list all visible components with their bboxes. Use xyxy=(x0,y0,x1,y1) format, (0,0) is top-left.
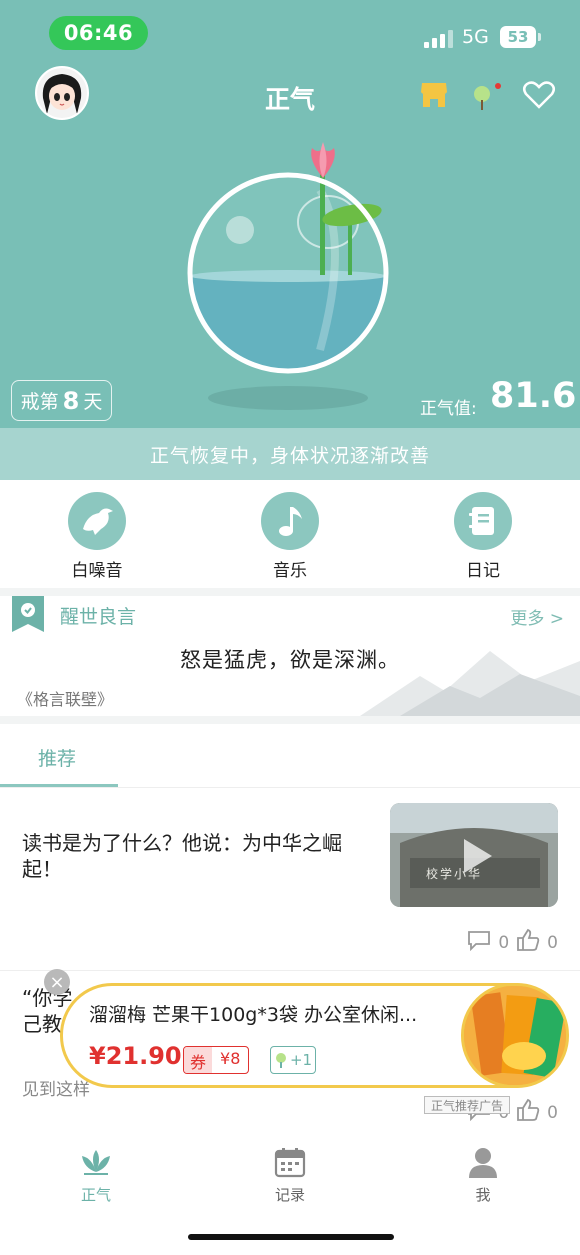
like-count: 0 xyxy=(547,1102,558,1123)
comment-count: 0 xyxy=(498,932,510,953)
battery-icon: 53 xyxy=(500,26,536,48)
tool-label: 音乐 xyxy=(273,561,307,581)
home-indicator[interactable] xyxy=(188,1234,394,1240)
tab-indicator xyxy=(0,784,118,787)
tool-music[interactable]: 音乐 xyxy=(235,492,345,581)
coupon-value: ¥8 xyxy=(220,1049,241,1068)
ad-price: ¥21.90 xyxy=(89,1042,182,1070)
ad-product-image[interactable] xyxy=(461,983,569,1088)
bookmark-icon xyxy=(12,596,44,632)
coupon-label: 券 xyxy=(184,1047,213,1073)
days-prefix: 戒第 xyxy=(20,391,59,413)
music-note-icon xyxy=(261,492,319,550)
signal-icon xyxy=(424,28,454,48)
network-type: 5G xyxy=(462,26,489,48)
nav-item-zhengqi[interactable]: 正气 xyxy=(36,1146,156,1205)
quote-card[interactable]: 醒世良言 更多 > 怒是猛虎，欲是深渊。 《格言联壁》 xyxy=(0,596,580,716)
quote-title: 醒世良言 xyxy=(60,606,137,628)
days-value: 8 xyxy=(62,386,80,415)
shop-icon[interactable] xyxy=(419,80,449,110)
plus-value: +1 xyxy=(289,1051,313,1069)
feed-tabs: 推荐 xyxy=(0,724,580,788)
person-icon xyxy=(469,1148,497,1178)
days-suffix: 天 xyxy=(83,391,103,413)
tool-label: 日记 xyxy=(466,561,500,581)
nav-label: 记录 xyxy=(274,1186,305,1204)
ad-title: 溜溜梅 芒果干100g*3袋 办公室休闲... xyxy=(89,1004,418,1026)
ad-coupon: 券 ¥8 xyxy=(183,1046,250,1074)
tree-icon xyxy=(275,1053,286,1068)
tab-recommended[interactable]: 推荐 xyxy=(38,744,76,771)
status-message: 正气恢复中，身体状况逐渐改善 xyxy=(0,428,580,480)
like-icon[interactable] xyxy=(515,928,541,957)
article-item[interactable]: 读书是为了什么？他说：为中华之崛起！ 校学小华 0 0 xyxy=(0,788,580,970)
tool-label: 白噪音 xyxy=(71,561,123,581)
tool-white-noise[interactable]: 白噪音 xyxy=(42,492,152,581)
ad-tag: 正气推荐广告 xyxy=(424,1096,511,1114)
thumbnail-inscription: 校学小华 xyxy=(426,867,483,881)
notebook-icon xyxy=(454,492,512,550)
lotus-bowl-illustration xyxy=(187,142,389,410)
comment-icon[interactable] xyxy=(466,929,492,956)
article-stats: 0 0 xyxy=(466,928,558,957)
like-icon[interactable] xyxy=(515,1098,541,1127)
like-count: 0 xyxy=(547,932,558,953)
nav-label: 我 xyxy=(475,1186,491,1204)
nav-label: 正气 xyxy=(80,1186,111,1204)
qi-label: 正气值: xyxy=(420,399,477,419)
abstinence-days-badge: 戒第 8 天 xyxy=(11,380,112,421)
hero-panel: 06:46 5G 53 正气 戒第 8 天 正气值: 81.6 xyxy=(0,0,580,428)
product-ad-banner[interactable]: 溜溜梅 芒果干100g*3袋 办公室休闲... ¥21.90 券 ¥8 +1 xyxy=(60,983,569,1088)
calendar-icon xyxy=(274,1148,306,1178)
lotus-icon xyxy=(82,1150,110,1175)
heart-icon[interactable] xyxy=(522,80,556,110)
ad-close-button[interactable]: × xyxy=(44,969,70,995)
ad-plus-badge: +1 xyxy=(270,1046,316,1074)
bird-icon xyxy=(68,492,126,550)
battery-tip xyxy=(538,33,541,41)
quote-more-link[interactable]: 更多 > xyxy=(510,604,564,629)
nav-item-me[interactable]: 我 xyxy=(423,1146,543,1205)
status-bar: 06:46 5G 53 xyxy=(0,0,580,60)
article-headline: 读书是为了什么？他说：为中华之崛起！ xyxy=(22,831,342,881)
article-thumbnail[interactable]: 校学小华 xyxy=(390,803,558,907)
tree-icon[interactable] xyxy=(470,82,502,112)
quote-text: 怒是猛虎，欲是深渊。 xyxy=(180,648,400,672)
qi-value: 81.6 xyxy=(490,376,577,416)
tool-diary[interactable]: 日记 xyxy=(428,492,538,581)
nav-item-records[interactable]: 记录 xyxy=(230,1146,350,1205)
article-excerpt: 见到这样 xyxy=(22,1080,90,1100)
quote-source: 《格言联壁》 xyxy=(17,690,114,709)
tools-row: 白噪音 音乐 日记 xyxy=(0,480,580,588)
status-time: 06:46 xyxy=(49,16,148,50)
